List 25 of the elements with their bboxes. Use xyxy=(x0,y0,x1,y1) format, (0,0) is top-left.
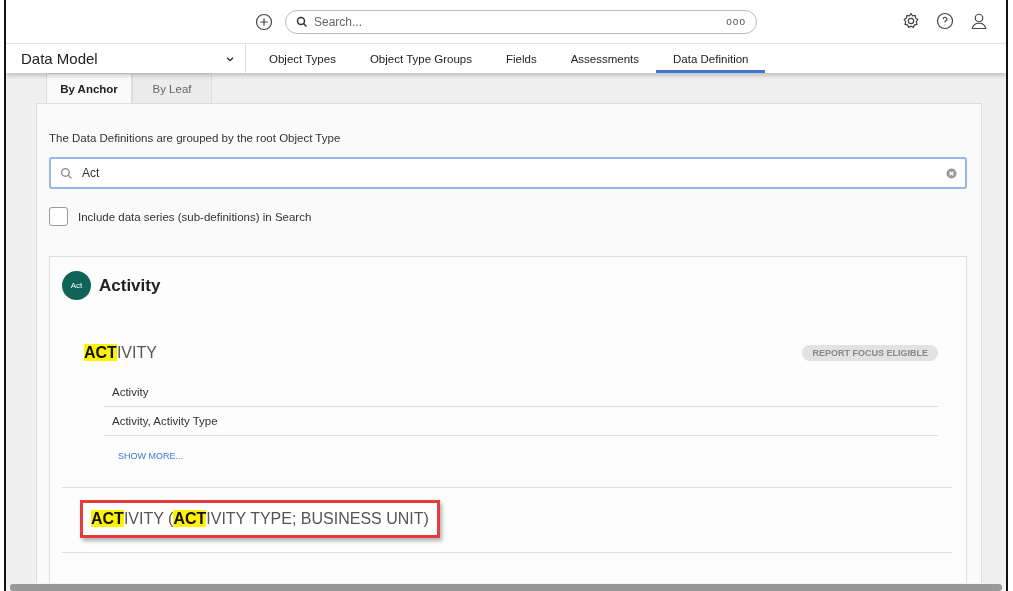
nav-tab[interactable]: Fields xyxy=(488,44,554,73)
view-tab[interactable]: By Leaf xyxy=(132,73,212,103)
clear-icon[interactable] xyxy=(946,168,957,179)
search-icon xyxy=(60,167,73,180)
status-badge: REPORT FOCUS ELIGIBLE xyxy=(802,345,938,361)
description-text: The Data Definitions are grouped by the root Object Type xyxy=(49,132,342,144)
add-icon[interactable] xyxy=(255,12,273,31)
checkbox-label: Include data series (sub-definitions) in Search xyxy=(78,210,312,223)
nav-tab[interactable]: Object Type Groups xyxy=(352,44,489,73)
group-avatar: Act xyxy=(62,271,91,300)
user-icon[interactable] xyxy=(970,12,988,30)
settings-icon[interactable] xyxy=(902,12,920,30)
definition-path-row[interactable]: Activity xyxy=(104,378,938,407)
view-tab[interactable]: By Anchor xyxy=(46,73,132,103)
search-icon xyxy=(296,15,308,28)
nav-tab[interactable]: Assessments xyxy=(553,44,657,73)
checkbox[interactable] xyxy=(49,207,68,226)
group-title: Activity xyxy=(99,275,161,296)
help-icon[interactable] xyxy=(936,12,954,30)
definition-path-row[interactable]: Activity, Activity Type xyxy=(104,407,938,436)
filter-field[interactable]: Act xyxy=(49,157,967,189)
more-options[interactable]: ooo xyxy=(726,16,746,27)
show-more-link[interactable]: SHOW MORE... xyxy=(118,451,183,461)
search-placeholder: Search... xyxy=(314,14,364,29)
nav-tab[interactable]: Object Types xyxy=(252,44,353,73)
